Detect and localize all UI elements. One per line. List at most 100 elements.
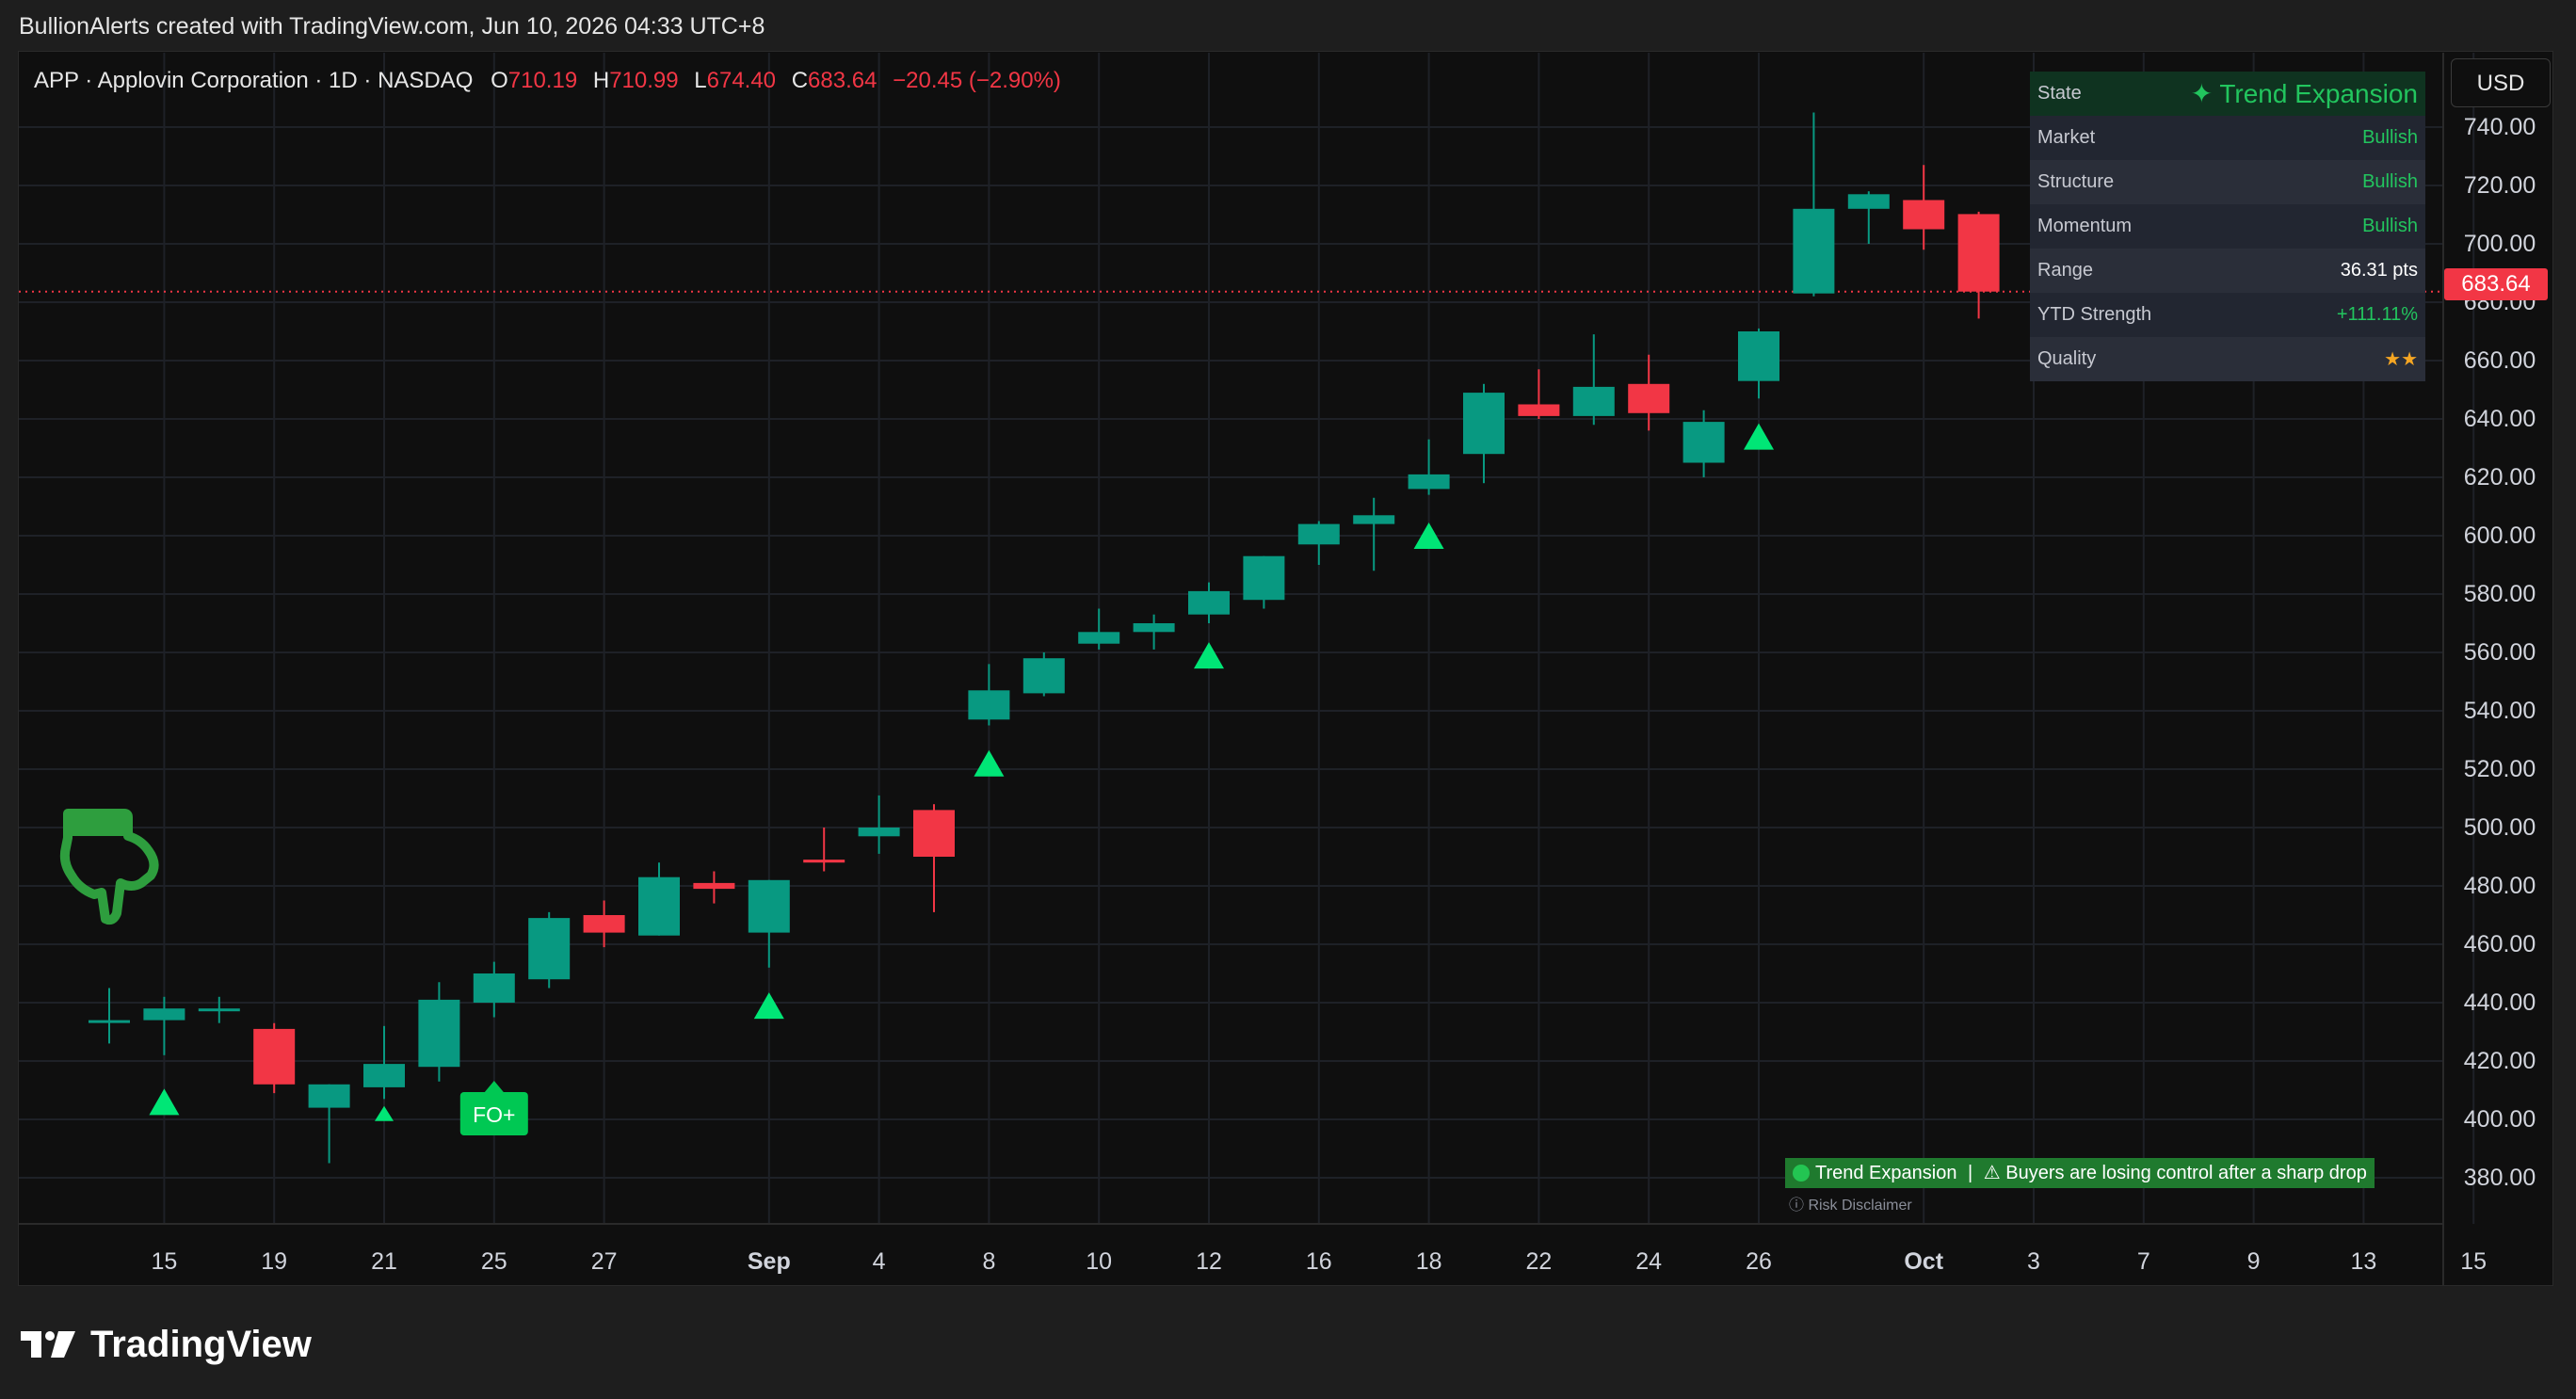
- y-tick-label: 460.00: [2464, 931, 2536, 957]
- candle-body-up: [1847, 194, 1890, 209]
- candle-body-down: [1518, 404, 1560, 416]
- x-tick-label: 22: [1525, 1248, 1552, 1275]
- high-label: H: [592, 68, 610, 93]
- candle-body-up: [858, 828, 900, 837]
- status-label: Structure: [2037, 171, 2115, 192]
- candle-body-up: [528, 918, 571, 980]
- x-tick-label: 25: [481, 1248, 507, 1275]
- buy-signal-triangle: [375, 1105, 394, 1121]
- candle-body-down: [1903, 200, 1945, 230]
- candle-body-up: [363, 1064, 405, 1087]
- candle-body-down: [1957, 214, 2000, 292]
- candle-body-up: [418, 999, 460, 1068]
- y-tick-label: 520.00: [2464, 756, 2536, 782]
- risk-disclaimer-link[interactable]: ⓘ Risk Disclaimer: [1789, 1192, 1912, 1214]
- status-value: +111.11%: [2336, 304, 2418, 325]
- y-tick-label: 720.00: [2464, 172, 2536, 199]
- x-tick-label: 19: [261, 1248, 287, 1275]
- y-tick-label: 620.00: [2464, 464, 2536, 490]
- y-tick-label: 500.00: [2464, 814, 2536, 841]
- candle-body-up: [1243, 555, 1285, 601]
- status-row: State ✦ Trend Expansion: [2030, 72, 2425, 116]
- status-row: Structure Bullish: [2030, 160, 2425, 204]
- x-tick-label: Oct: [1904, 1248, 1943, 1275]
- candle-body-up: [1463, 393, 1505, 455]
- status-row: YTD Strength +111.11%: [2030, 293, 2425, 337]
- x-tick-label: 21: [371, 1248, 397, 1275]
- candle-body-up: [1133, 623, 1175, 633]
- low-label: L: [694, 68, 707, 93]
- buy-signal-triangle: [1194, 642, 1224, 669]
- status-label: Range: [2037, 260, 2093, 281]
- candle-body-up: [968, 690, 1010, 720]
- y-tick-label: 660.00: [2464, 347, 2536, 374]
- x-tick-label: 9: [2247, 1248, 2261, 1275]
- close-value: 683.64: [808, 68, 877, 93]
- status-value: Bullish: [2362, 216, 2418, 236]
- candle-body-up: [143, 1008, 185, 1021]
- fo-marker-label: FO+: [473, 1102, 515, 1127]
- status-label: Market: [2037, 127, 2096, 148]
- ohlc-legend: APP · Applovin Corporation · 1D · NASDAQ…: [34, 68, 1061, 94]
- status-value: 36.31 pts: [2340, 260, 2418, 281]
- open-value: 710.19: [507, 68, 578, 93]
- y-tick-label: 740.00: [2464, 114, 2536, 140]
- status-row: Market Bullish: [2030, 116, 2425, 160]
- candle-body-up: [638, 876, 680, 936]
- buy-signal-triangle: [974, 749, 1005, 777]
- x-tick-label: 8: [982, 1248, 995, 1275]
- x-tick-label: 7: [2137, 1248, 2150, 1275]
- status-value: Bullish: [2362, 127, 2418, 148]
- buy-signal-triangle: [753, 992, 784, 1020]
- candle-body-up: [89, 1020, 130, 1023]
- y-tick-label: 420.00: [2464, 1048, 2536, 1074]
- alert-state: Trend Expansion: [1815, 1163, 1957, 1183]
- y-tick-label: 540.00: [2464, 698, 2536, 724]
- candle-body-down: [1628, 383, 1670, 413]
- x-tick-label: 16: [1306, 1248, 1332, 1275]
- buy-signals: FO+: [149, 423, 1774, 1135]
- x-tick-label: 15: [151, 1248, 177, 1275]
- x-tick-label: 26: [1746, 1248, 1772, 1275]
- x-tick-label: 24: [1635, 1248, 1662, 1275]
- change-value: −20.45 (−2.90%): [893, 68, 1061, 93]
- fo-marker-pointer: [484, 1081, 504, 1092]
- symbol-label[interactable]: APP · Applovin Corporation · 1D · NASDAQ: [34, 68, 473, 93]
- candle-body-up: [1188, 590, 1230, 615]
- y-tick-label: 600.00: [2464, 523, 2536, 549]
- low-value: 674.40: [706, 68, 777, 93]
- y-tick-label: 560.00: [2464, 639, 2536, 666]
- high-value: 710.99: [609, 68, 679, 93]
- close-label: C: [791, 68, 809, 93]
- y-tick-label: 480.00: [2464, 873, 2536, 899]
- open-label: O: [491, 68, 508, 93]
- y-tick-label: 400.00: [2464, 1106, 2536, 1133]
- y-tick-label: 640.00: [2464, 406, 2536, 432]
- candle-body-up: [1738, 331, 1779, 381]
- candle-body-up: [1297, 523, 1340, 545]
- candle-body-up: [473, 973, 515, 1003]
- status-value: ★★: [2384, 349, 2418, 370]
- y-tick-label: 380.00: [2464, 1165, 2536, 1191]
- alert-separator: |: [1968, 1163, 1973, 1183]
- candle-body-down: [693, 882, 735, 890]
- buy-signal-triangle: [1744, 423, 1774, 450]
- currency-button[interactable]: USD: [2451, 58, 2551, 107]
- x-tick-label: 12: [1196, 1248, 1222, 1275]
- candle-body-down: [913, 810, 955, 857]
- alert-banner: Trend Expansion | ⚠ Buyers are losing co…: [1785, 1158, 2375, 1188]
- candle-body-up: [198, 1008, 240, 1012]
- status-row: Quality ★★: [2030, 337, 2425, 381]
- x-tick-label: Sep: [748, 1248, 791, 1275]
- brand-name: TradingView: [90, 1323, 312, 1365]
- candle-body-down: [583, 915, 625, 933]
- tradingview-logo[interactable]: TradingView: [21, 1318, 312, 1371]
- x-tick-label: 4: [873, 1248, 886, 1275]
- alert-message: ⚠ Buyers are losing control after a shar…: [1983, 1163, 2367, 1183]
- candle-body-up: [308, 1084, 350, 1108]
- x-tick-label: 15: [2460, 1248, 2487, 1275]
- candle-body-up: [1408, 474, 1450, 490]
- y-tick-label: 700.00: [2464, 231, 2536, 257]
- x-tick-label: 3: [2027, 1248, 2040, 1275]
- candle-body-up: [1682, 422, 1725, 463]
